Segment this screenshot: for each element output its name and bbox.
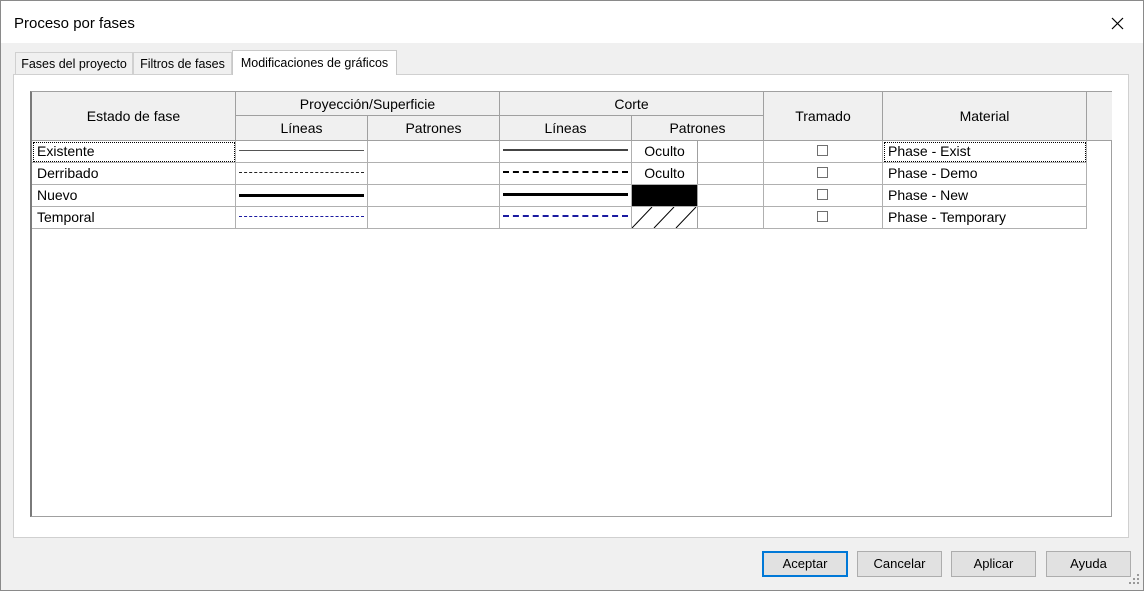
header-material-label: Material [959, 108, 1010, 124]
material-cell[interactable]: Phase - Exist [883, 141, 1087, 163]
cut-line-swatch [503, 171, 628, 173]
cut-lines-cell[interactable] [500, 163, 632, 185]
tab-modificaciones-de-graficos[interactable]: Modificaciones de gráficos [232, 50, 397, 75]
help-button[interactable]: Ayuda [1046, 551, 1131, 577]
projection-line-swatch [239, 172, 364, 173]
projection-patterns-cell[interactable] [368, 207, 500, 229]
close-icon [1111, 17, 1124, 30]
projection-patterns-cell[interactable] [368, 141, 500, 163]
tramado-cell [764, 185, 883, 207]
cut-pattern-swatch [631, 206, 698, 229]
phase-name: Temporal [37, 209, 95, 225]
header-corte: Corte [500, 92, 764, 116]
phase-name-cell[interactable]: Existente [32, 141, 236, 163]
phase-name-cell[interactable]: Derribado [32, 163, 236, 185]
header-proj-lineas-label: Líneas [280, 120, 323, 136]
cut-pattern-swatch: Oculto [632, 141, 698, 162]
tab-panel: Estado de fase Proyección/Superficie Lín… [13, 74, 1129, 538]
header-estado-label: Estado de fase [86, 108, 181, 124]
header-estado-de-fase: Estado de fase [32, 92, 236, 141]
header-tramado-label: Tramado [795, 108, 851, 124]
phase-name-cell[interactable]: Temporal [32, 207, 236, 229]
cut-pattern-swatch: Oculto [632, 163, 698, 184]
cut-pattern-swatch [632, 185, 698, 206]
header-proj-patrones: Patrones [368, 116, 500, 141]
header-proj-patrones-label: Patrones [405, 120, 462, 136]
cut-line-swatch [503, 215, 628, 217]
apply-button[interactable]: Aplicar [951, 551, 1036, 577]
material-name: Phase - New [888, 187, 969, 203]
tramado-checkbox[interactable] [817, 189, 828, 200]
tramado-cell [764, 141, 883, 163]
projection-patterns-cell[interactable] [368, 163, 500, 185]
resize-grip-icon[interactable] [1128, 573, 1140, 585]
header-corte-label: Corte [614, 95, 649, 112]
projection-lines-cell[interactable] [236, 141, 368, 163]
tab-filtros-de-fases[interactable]: Filtros de fases [133, 52, 232, 74]
material-cell[interactable]: Phase - New [883, 185, 1087, 207]
header-proyeccion-label: Proyección/Superficie [299, 95, 436, 112]
material-name: Phase - Exist [888, 143, 971, 159]
title-bar: Proceso por fases [1, 1, 1143, 43]
cancel-button[interactable]: Cancelar [857, 551, 942, 577]
dialog-title: Proceso por fases [14, 15, 135, 32]
tramado-checkbox[interactable] [817, 167, 828, 178]
projection-line-swatch [239, 194, 364, 197]
header-tramado: Tramado [764, 92, 883, 141]
accept-button[interactable]: Aceptar [762, 551, 848, 577]
tab-fases-del-proyecto[interactable]: Fases del proyecto [15, 52, 133, 74]
phase-name: Existente [37, 143, 95, 159]
header-cut-patrones-label: Patrones [669, 120, 726, 136]
header-cut-lineas-label: Líneas [544, 120, 587, 136]
cut-line-swatch [503, 149, 628, 151]
phase-graphics-grid: Estado de fase Proyección/Superficie Lín… [30, 91, 1112, 517]
tramado-cell [764, 163, 883, 185]
header-material: Material [883, 92, 1087, 141]
cut-patterns-cell[interactable] [632, 185, 764, 207]
projection-patterns-cell[interactable] [368, 185, 500, 207]
header-proj-lineas: Líneas [236, 116, 368, 141]
cut-line-swatch [503, 193, 628, 196]
material-cell[interactable]: Phase - Temporary [883, 207, 1087, 229]
diagonal-hatch-icon [631, 206, 697, 229]
material-name: Phase - Demo [888, 165, 978, 181]
close-button[interactable] [1101, 9, 1133, 37]
cut-patterns-cell[interactable] [631, 206, 764, 229]
projection-line-swatch [239, 150, 364, 151]
tramado-cell [764, 207, 883, 229]
material-cell[interactable]: Phase - Demo [883, 163, 1087, 185]
header-filler [1087, 92, 1112, 141]
phase-name-cell[interactable]: Nuevo [32, 185, 236, 207]
cut-lines-cell[interactable] [500, 141, 632, 163]
header-cut-patrones: Patrones [632, 116, 764, 141]
cut-patterns-cell[interactable]: Oculto [632, 163, 764, 185]
projection-lines-cell[interactable] [236, 185, 368, 207]
material-name: Phase - Temporary [888, 209, 1007, 225]
projection-lines-cell[interactable] [236, 163, 368, 185]
cut-patterns-cell[interactable]: Oculto [632, 141, 764, 163]
phase-name: Nuevo [37, 187, 78, 203]
phasing-dialog: Proceso por fases Fases del proyecto Fil… [0, 0, 1144, 591]
projection-lines-cell[interactable] [236, 207, 368, 229]
projection-line-swatch [239, 216, 364, 217]
header-proyeccion: Proyección/Superficie [236, 92, 500, 116]
header-cut-lineas: Líneas [500, 116, 632, 141]
cut-lines-cell[interactable] [500, 207, 632, 229]
tramado-checkbox[interactable] [817, 145, 828, 156]
phase-name: Derribado [37, 165, 99, 181]
tramado-checkbox[interactable] [817, 211, 828, 222]
cut-lines-cell[interactable] [500, 185, 632, 207]
